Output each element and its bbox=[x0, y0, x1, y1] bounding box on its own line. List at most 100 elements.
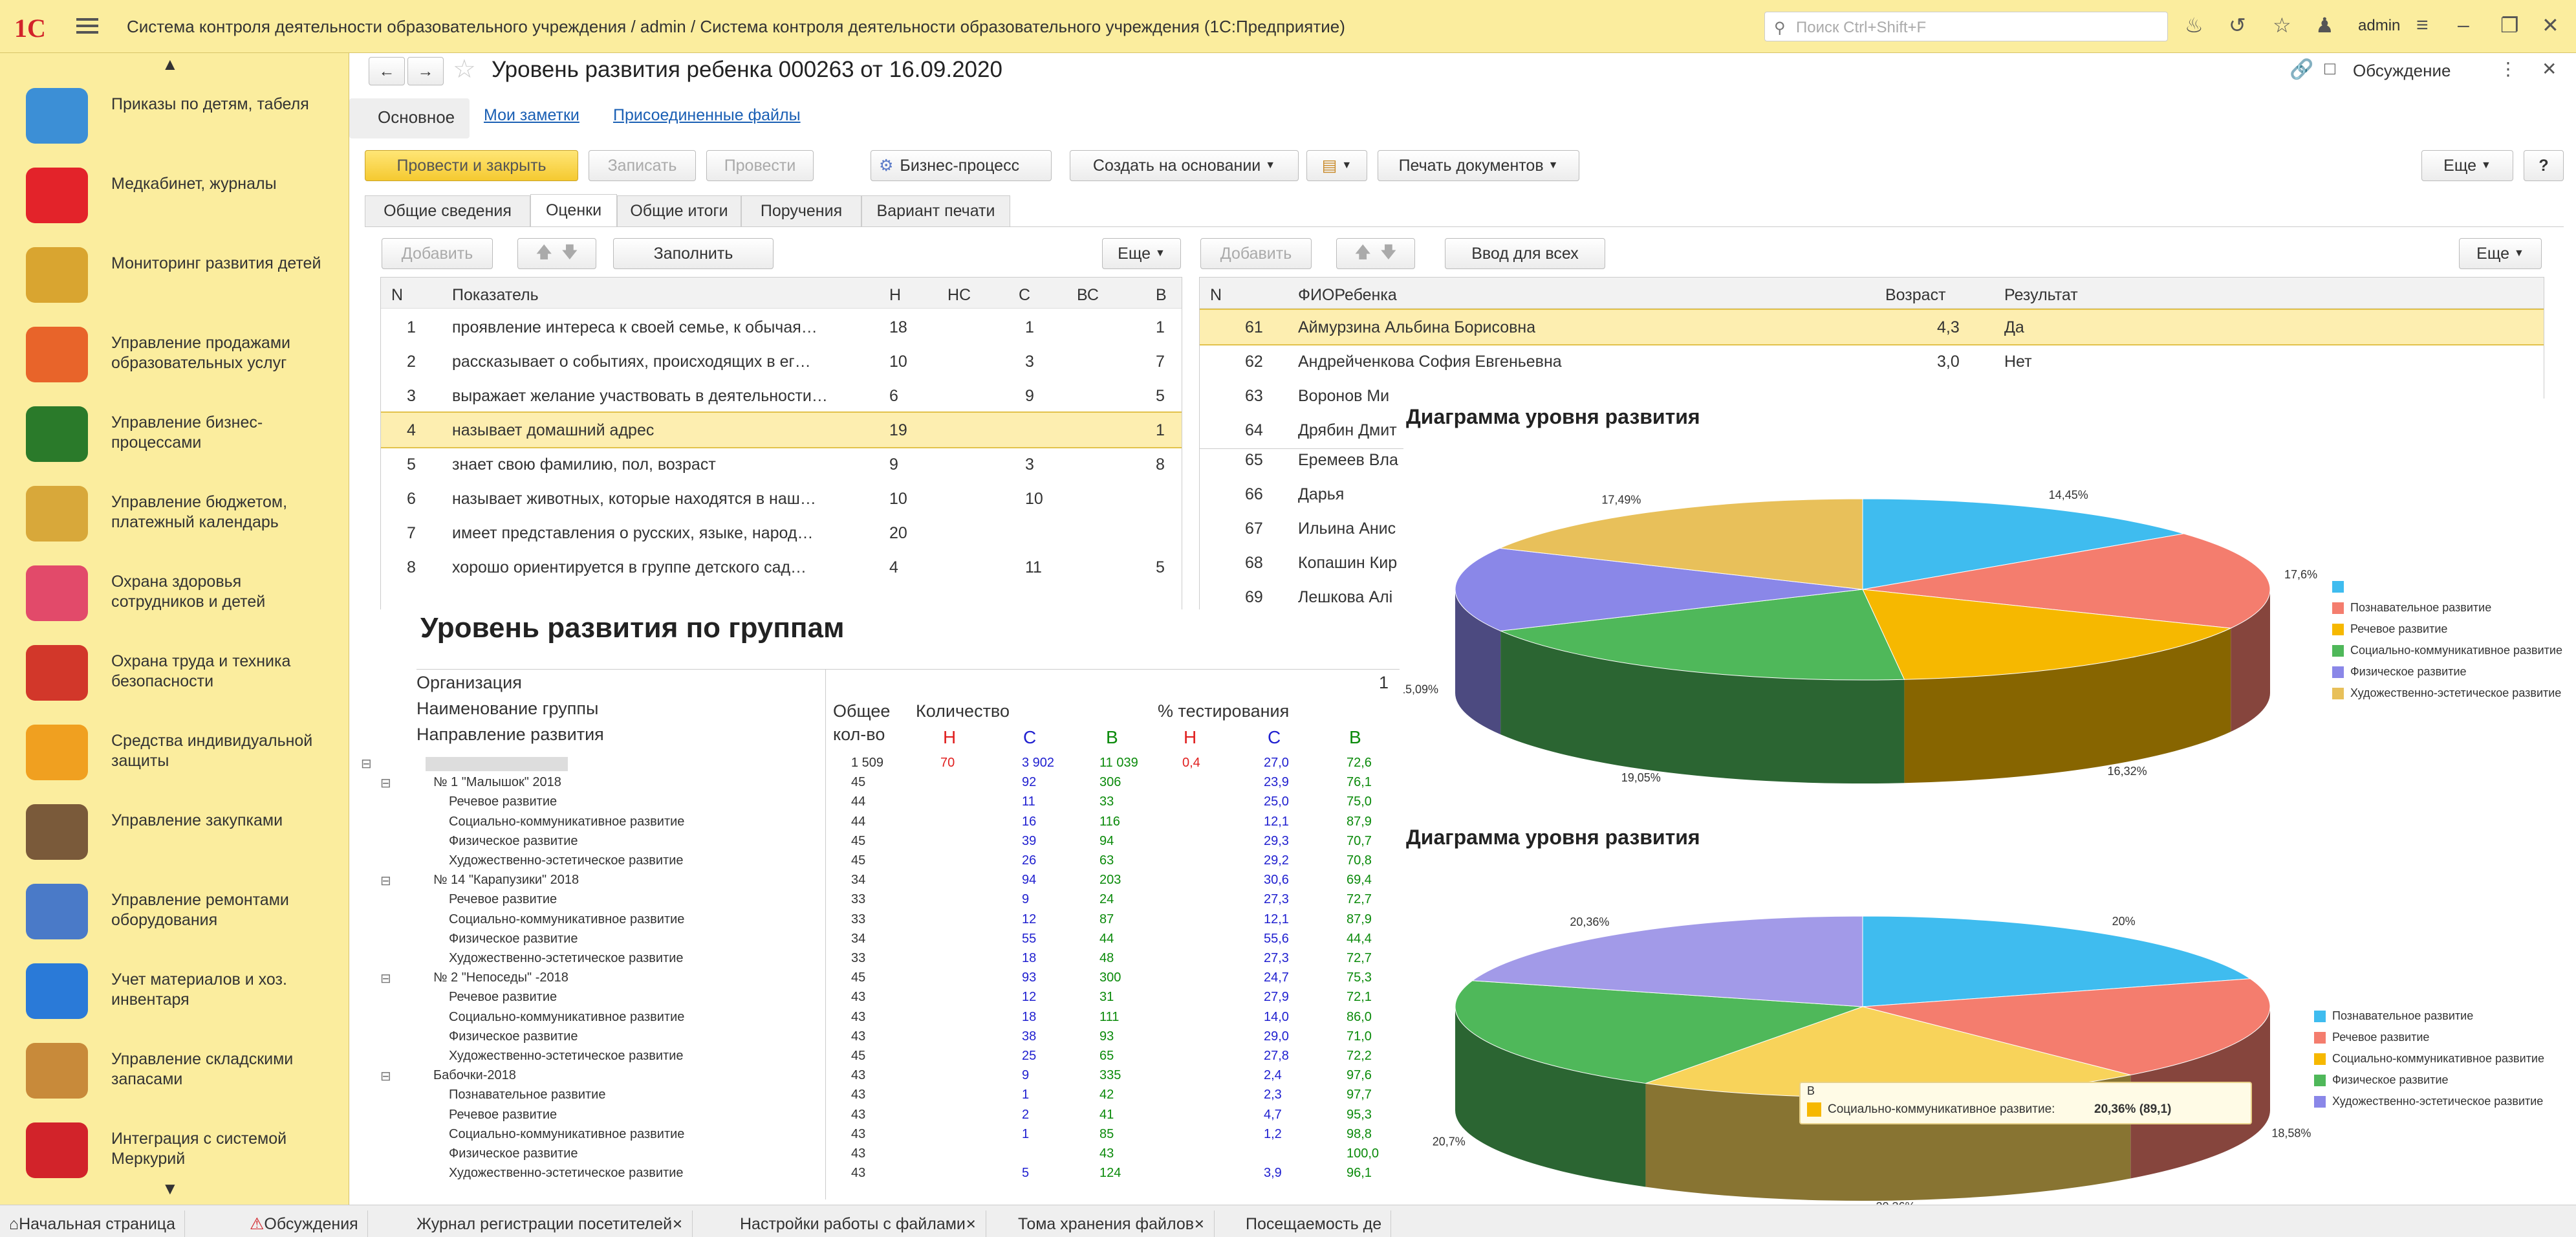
right-more-button[interactable]: Еще ▼ bbox=[2459, 238, 2542, 269]
scroll-down-icon[interactable]: ▼ bbox=[162, 1179, 179, 1199]
column-header[interactable]: N bbox=[1210, 286, 1222, 305]
left-more-button[interactable]: Еще ▼ bbox=[1102, 238, 1181, 269]
table-row[interactable]: 62 Андрейченкова София Евгеньевна 3,0 Нет bbox=[1200, 344, 2544, 378]
sidebar-item-4[interactable]: Управление продажами образовательных усл… bbox=[0, 315, 349, 395]
sidebar-item-11[interactable]: Управление ремонтами оборудования bbox=[0, 872, 349, 952]
bell-icon[interactable]: ♨ bbox=[2185, 13, 2203, 38]
close-tab-icon[interactable]: ✕ bbox=[966, 1216, 977, 1232]
table-row[interactable]: 5 знает свою фамилию, пол, возраст 9 3 8 bbox=[381, 447, 1182, 481]
tab-general[interactable]: Общие сведения bbox=[365, 195, 530, 226]
scroll-up-icon[interactable]: ▲ bbox=[162, 54, 179, 74]
left-add-button[interactable]: Добавить bbox=[382, 238, 493, 269]
fill-button[interactable]: Заполнить bbox=[613, 238, 774, 269]
more-actions-icon[interactable]: ⋮ bbox=[2499, 58, 2517, 80]
sidebar-item-12[interactable]: Учет материалов и хоз. инвентаря bbox=[0, 952, 349, 1031]
collapse-toggle-icon[interactable]: ⊟ bbox=[380, 775, 391, 791]
settings-menu-icon[interactable]: ≡ bbox=[2416, 13, 2429, 37]
column-header[interactable]: N bbox=[391, 286, 403, 305]
bottom-tab-5[interactable]: Тома хранения файлов ✕ bbox=[1009, 1210, 1215, 1237]
column-header[interactable]: Возраст bbox=[1885, 286, 1946, 305]
star-icon[interactable]: ☆ bbox=[2273, 13, 2291, 38]
bottom-tab-3[interactable]: Журнал регистрации посетителей ✕ bbox=[407, 1210, 693, 1237]
collapse-toggle-icon[interactable]: ⊟ bbox=[361, 756, 372, 772]
legend-entry[interactable]: Социально-коммуникативное развитие bbox=[2350, 644, 2562, 657]
table-row[interactable]: 65 Еремеев Вла bbox=[1200, 449, 1412, 477]
table-row[interactable]: 7 имеет представления о русских, языке, н… bbox=[381, 516, 1182, 550]
legend-entry[interactable]: Речевое развитие bbox=[2332, 1031, 2429, 1044]
sidebar-item-6[interactable]: Управление бюджетом, платежный календарь bbox=[0, 474, 349, 554]
legend-entry[interactable]: Физическое развитие bbox=[2332, 1073, 2449, 1087]
collapse-toggle-icon[interactable]: ⊟ bbox=[380, 1068, 391, 1084]
legend-entry[interactable]: Речевое развитие bbox=[2350, 622, 2447, 636]
tab-tasks[interactable]: Поручения bbox=[741, 195, 861, 226]
user-name[interactable]: admin bbox=[2358, 17, 2400, 35]
link-icon[interactable]: 🔗 bbox=[2289, 58, 2313, 81]
column-header[interactable]: С bbox=[1019, 286, 1030, 305]
table-row[interactable]: 61 Аймурзина Альбина Борисовна 4,3 Да bbox=[1200, 309, 2544, 345]
right-move-buttons[interactable]: 🡅 🡇 bbox=[1336, 238, 1415, 269]
table-row[interactable]: 67 Ильина Анис bbox=[1200, 511, 1412, 545]
help-button[interactable]: ? bbox=[2524, 150, 2564, 181]
post-button[interactable]: Провести bbox=[706, 150, 814, 181]
column-header[interactable]: ФИОРебенка bbox=[1298, 286, 1397, 305]
close-icon[interactable]: ✕ bbox=[2542, 13, 2559, 38]
sidebar-item-10[interactable]: Управление закупками bbox=[0, 793, 349, 872]
sidebar-item-8[interactable]: Охрана труда и техника безопасности bbox=[0, 633, 349, 713]
sidebar-item-5[interactable]: Управление бизнес-процессами bbox=[0, 395, 349, 474]
back-button[interactable]: ← bbox=[369, 57, 405, 85]
right-add-button[interactable]: Добавить bbox=[1200, 238, 1312, 269]
subtab-files[interactable]: Присоединенные файлы bbox=[613, 106, 801, 125]
save-button[interactable]: Записать bbox=[589, 150, 696, 181]
collapse-toggle-icon[interactable]: ⊟ bbox=[380, 970, 391, 987]
column-header[interactable]: НС bbox=[947, 286, 971, 305]
legend-entry[interactable]: Познавательное развитие bbox=[2350, 601, 2491, 615]
legend-entry[interactable]: Физическое развитие bbox=[2350, 665, 2467, 679]
table-row[interactable]: 4 называет домашний адрес 19 1 bbox=[381, 411, 1182, 448]
table-row[interactable]: 3 выражает желание участвовать в деятельн… bbox=[381, 378, 1182, 413]
left-move-buttons[interactable]: 🡅 🡇 bbox=[517, 238, 596, 269]
tab-totals[interactable]: Общие итоги bbox=[617, 195, 741, 226]
discussion-icon[interactable]: □ bbox=[2324, 58, 2335, 79]
tab-print-variant[interactable]: Вариант печати bbox=[861, 195, 1010, 226]
users-icon[interactable]: ♟ bbox=[2315, 13, 2334, 38]
enter-for-all-button[interactable]: Ввод для всех bbox=[1445, 238, 1605, 269]
create-based-button[interactable]: Создать на основании ▼ bbox=[1070, 150, 1299, 181]
discussion-button[interactable]: Обсуждение bbox=[2353, 61, 2451, 81]
history-icon[interactable]: ↺ bbox=[2229, 13, 2246, 38]
sidebar-item-2[interactable]: Медкабинет, журналы bbox=[0, 156, 349, 235]
business-process-button[interactable]: ⚙ Бизнес-процесс bbox=[871, 150, 1052, 181]
bottom-tab-4[interactable]: Настройки работы с файлами ✕ bbox=[731, 1210, 986, 1237]
post-and-close-button[interactable]: Провести и закрыть bbox=[365, 150, 578, 181]
sidebar-item-13[interactable]: Управление складскими запасами bbox=[0, 1031, 349, 1111]
close-form-icon[interactable]: ✕ bbox=[2542, 58, 2557, 80]
legend-entry[interactable]: Художественно-эстетическое развитие bbox=[2350, 686, 2561, 700]
column-header[interactable]: Показатель bbox=[452, 286, 539, 305]
legend-entry[interactable]: Познавательное развитие bbox=[2332, 1009, 2473, 1023]
sidebar-item-3[interactable]: Мониторинг развития детей bbox=[0, 235, 349, 315]
table-row[interactable]: 66 Дарья bbox=[1200, 477, 1412, 511]
legend-entry[interactable]: Художественно-эстетическое развитие bbox=[2332, 1095, 2543, 1108]
table-row[interactable]: 8 хорошо ориентируется в группе детского … bbox=[381, 550, 1182, 584]
legend-entry[interactable]: Социально-коммуникативное развитие bbox=[2332, 1052, 2544, 1066]
print-docs-button[interactable]: Печать документов ▼ bbox=[1378, 150, 1579, 181]
column-header[interactable]: Н bbox=[889, 286, 901, 305]
table-row[interactable]: 68 Копашин Кир bbox=[1200, 545, 1412, 580]
column-header[interactable]: Результат bbox=[2004, 286, 2078, 305]
minimize-icon[interactable]: – bbox=[2458, 13, 2469, 37]
column-header[interactable]: ВС bbox=[1077, 286, 1099, 305]
restore-icon[interactable]: ❐ bbox=[2500, 13, 2519, 38]
more-button[interactable]: Еще ▼ bbox=[2421, 150, 2513, 181]
table-row[interactable]: 1 проявление интереса к своей семье, к об… bbox=[381, 310, 1182, 344]
sidebar-item-1[interactable]: Приказы по детям, табеля bbox=[0, 76, 349, 156]
sidebar-item-9[interactable]: Средства индивидуальной защиты bbox=[0, 713, 349, 793]
sidebar-item-7[interactable]: Охрана здоровья сотрудников и детей bbox=[0, 554, 349, 633]
bottom-tab-6[interactable]: Посещаемость де bbox=[1237, 1210, 1392, 1237]
close-tab-icon[interactable]: ✕ bbox=[1194, 1216, 1205, 1232]
bottom-tab-1[interactable]: ⌂ Начальная страница bbox=[0, 1210, 186, 1237]
column-header[interactable]: В bbox=[1156, 286, 1167, 305]
bottom-tab-2[interactable]: ⚠ Обсуждения bbox=[241, 1210, 368, 1237]
table-row[interactable]: 2 рассказывает о событиях, происходящих в… bbox=[381, 344, 1182, 378]
subtab-notes[interactable]: Мои заметки bbox=[484, 106, 579, 125]
search-input[interactable]: ⚲ Поиск Ctrl+Shift+F bbox=[1764, 12, 2168, 41]
tab-grades[interactable]: Оценки bbox=[530, 194, 617, 226]
